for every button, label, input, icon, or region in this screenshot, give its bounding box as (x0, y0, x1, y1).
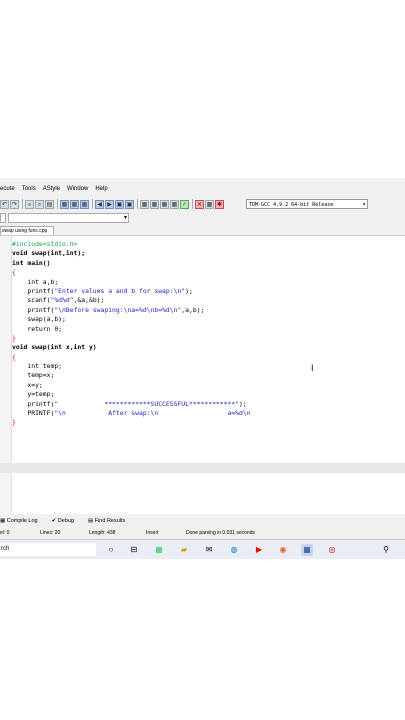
video-bottom-margin (0, 559, 405, 720)
new-project-icon[interactable]: ▦ (60, 199, 69, 209)
devcpp-icon[interactable]: ▦ (301, 544, 313, 556)
open-project-icon[interactable]: ▦ (70, 199, 79, 209)
code-line[interactable]: printf(" ************SUCCESSFUL*********… (12, 400, 251, 409)
search-icon[interactable]: ⌕ (25, 199, 34, 209)
compile-icon[interactable]: ▦ (140, 199, 149, 209)
toggle-bookmark-icon[interactable]: ▣ (125, 199, 134, 209)
mail-icon[interactable]: ✉ (203, 544, 215, 556)
text-cursor-icon: I (311, 363, 314, 373)
tab-compile-log[interactable]: ▦ Compile Log (0, 518, 45, 524)
tab-debug-label: Debug (57, 518, 74, 524)
code-line[interactable]: } (12, 418, 251, 427)
code-line[interactable]: #include<stdio.h> (12, 240, 251, 249)
redo-icon[interactable]: ↷ (10, 199, 19, 209)
run-icon[interactable]: ▦ (150, 199, 159, 209)
firefox-icon[interactable]: ◉ (277, 544, 289, 556)
compiler-select[interactable]: TDM-GCC 4.9.2 64-bit Release ▾ (246, 199, 368, 209)
code-line[interactable]: swap(a,b); (12, 315, 251, 324)
taskbar-search[interactable]: rch (0, 543, 96, 556)
tab-find-results-label: Find Results (94, 518, 126, 524)
tab-debug[interactable]: ✔ Debug (52, 518, 81, 524)
separator (57, 199, 58, 209)
code-line[interactable]: { (12, 353, 251, 362)
separator (92, 199, 93, 209)
check-icon[interactable]: ✓ (180, 199, 189, 209)
replace-icon[interactable]: ⌕ (35, 199, 44, 209)
code-line[interactable]: int a,b; (12, 278, 251, 287)
code-line[interactable]: return 0; (12, 325, 251, 334)
undo-icon[interactable]: ↶ (0, 199, 9, 209)
code-line[interactable]: printf("Enter values a and b for swap:\n… (12, 287, 251, 296)
back-icon[interactable]: ◀ (95, 199, 104, 209)
code-line[interactable]: } (12, 334, 251, 343)
compile-run-icon[interactable]: ▦ (160, 199, 169, 209)
store-icon[interactable]: ▦ (153, 544, 165, 556)
ide-window: ecute Tools AStyle Window Help ↶ ↷ ⌕ ⌕ ▤… (0, 178, 405, 559)
tab-compile-log-label: Compile Log (6, 518, 38, 524)
code-text[interactable]: #include<stdio.h> void swap(int,int); int … (12, 240, 251, 428)
youtube-icon[interactable]: ▶ (253, 544, 265, 556)
debug-icon[interactable]: ✱ (215, 199, 224, 209)
code-editor[interactable]: #include<stdio.h> void swap(int,int); int … (0, 235, 405, 514)
code-line[interactable]: void swap(int,int); (12, 249, 251, 258)
code-line[interactable]: int main() (12, 259, 251, 268)
file-explorer-icon[interactable]: ▰ (178, 544, 190, 556)
status-sel: el: 0 (0, 530, 10, 536)
code-line[interactable]: PRINTF("\n After swap:\n a=%d\n (12, 409, 250, 418)
rebuild-icon[interactable]: ▦ (170, 199, 179, 209)
goto-icon[interactable]: ▤ (45, 199, 54, 209)
chevron-down-icon: ▾ (123, 215, 127, 221)
code-line[interactable]: void swap(int x,int y) (12, 343, 251, 352)
code-line[interactable]: temp=x; (12, 371, 251, 380)
code-line[interactable]: printf("\nBefore swaping:\na=%d\nb=%d\n"… (12, 306, 251, 315)
code-line[interactable]: x=y; (12, 381, 251, 390)
class-combo[interactable]: ▾ (8, 213, 129, 223)
status-lines: Lines: 20 (40, 530, 61, 536)
recorder-icon[interactable]: ◎ (326, 544, 338, 556)
windows-taskbar: rch ○ ⊟ ▦ ▰ ✉ ◍ ▶ ◉ ▦ ◎ ⚲ (0, 539, 405, 559)
status-mode: Insert (146, 530, 159, 536)
scope-combo[interactable] (0, 213, 6, 223)
separator (192, 199, 193, 209)
status-parse: Done parsing in 0.031 seconds (186, 530, 255, 536)
code-line[interactable]: { (12, 268, 251, 277)
code-line[interactable]: int temp; (12, 362, 251, 371)
file-tab[interactable]: swap using func.cpp (0, 226, 54, 235)
status-length: Length: 438 (89, 530, 116, 536)
cortana-icon[interactable]: ○ (105, 544, 117, 556)
code-line[interactable]: scanf("%d%d",&a,&b); (12, 296, 251, 305)
stop-icon[interactable]: ✕ (195, 199, 204, 209)
bookmark-icon[interactable]: ▣ (115, 199, 124, 209)
profile-icon[interactable]: ▦ (205, 199, 214, 209)
status-bar: el: 0 Lines: 20 Length: 438 Insert Done … (0, 529, 405, 538)
task-view-icon[interactable]: ⊟ (128, 544, 140, 556)
separator (22, 199, 23, 209)
separator (137, 199, 138, 209)
video-top-margin (0, 0, 405, 178)
code-line[interactable]: y=temp; (12, 390, 251, 399)
edge-icon[interactable]: ◍ (228, 544, 240, 556)
project-options-icon[interactable]: ▦ (80, 199, 89, 209)
forward-icon[interactable]: ▶ (105, 199, 114, 209)
bottom-panel-tabs: ▦ Compile Log ✔ Debug ▤ Find Results (0, 515, 405, 527)
people-icon[interactable]: ⚲ (380, 544, 392, 556)
current-line-highlight (0, 463, 405, 473)
tab-find-results[interactable]: ▤ Find Results (88, 518, 132, 524)
chevron-down-icon: ▾ (362, 201, 366, 208)
compiler-select-label: TDM-GCC 4.9.2 64-bit Release (249, 202, 334, 208)
class-browser-bar: ▾ (0, 213, 405, 224)
